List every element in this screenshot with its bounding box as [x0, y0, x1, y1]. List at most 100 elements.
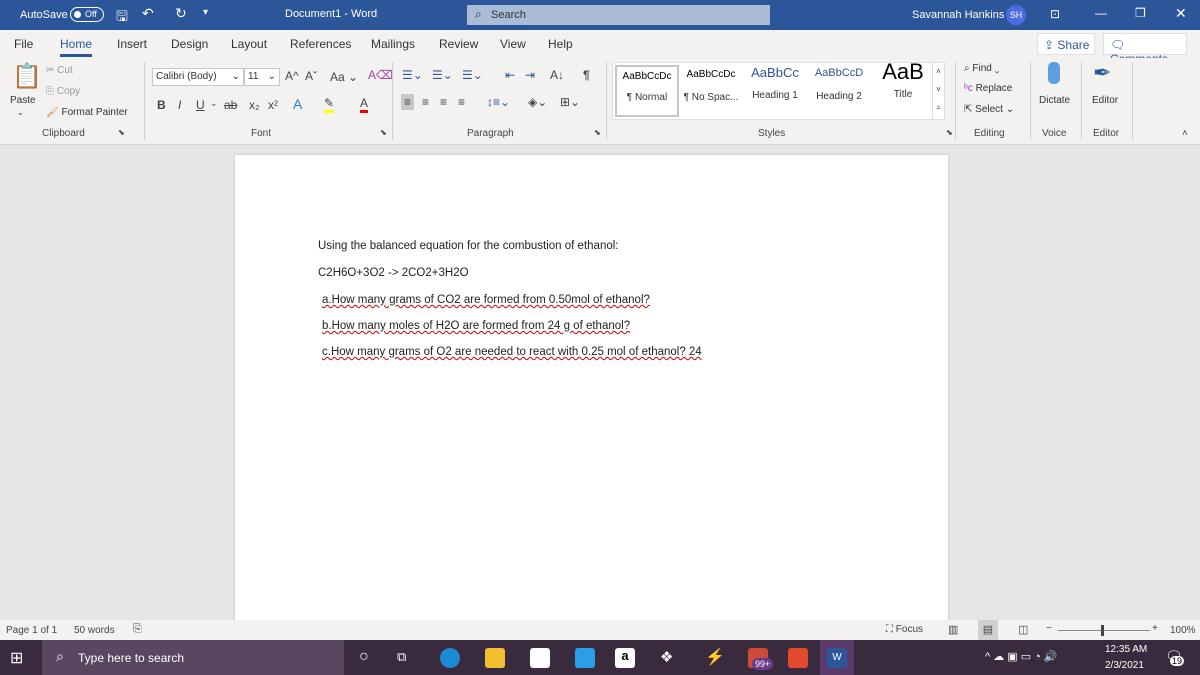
tab-insert[interactable]: Insert: [117, 37, 147, 51]
chevron-down-icon[interactable]: ⌄: [210, 98, 218, 109]
borders-icon[interactable]: ⊞⌄: [560, 95, 580, 109]
zoom-level[interactable]: 100%: [1170, 625, 1196, 636]
app-icon[interactable]: ⚡: [705, 647, 725, 667]
tab-mailings[interactable]: Mailings: [371, 37, 415, 51]
multilevel-list-icon[interactable]: ☰⌄: [462, 68, 483, 82]
tab-layout[interactable]: Layout: [231, 37, 267, 51]
underline-icon[interactable]: U: [196, 98, 205, 112]
text-effects-icon[interactable]: A: [293, 96, 302, 112]
font-size-select[interactable]: 11 ⌄: [244, 68, 280, 86]
comments-button[interactable]: 🗨 Comments: [1103, 33, 1187, 66]
clear-formatting-icon[interactable]: A⌫: [368, 68, 393, 82]
superscript-icon[interactable]: x²: [268, 98, 278, 112]
editor-pen-icon[interactable]: ✒: [1093, 60, 1111, 86]
microphone-icon[interactable]: [1048, 62, 1060, 84]
change-case-button[interactable]: Aa ⌄: [330, 70, 358, 84]
decrease-indent-icon[interactable]: ⇤: [505, 68, 515, 82]
taskbar-search[interactable]: ⌕ Type here to search: [42, 640, 344, 675]
tab-help[interactable]: Help: [548, 37, 573, 51]
justify-icon[interactable]: ≡: [458, 95, 465, 109]
shrink-font-icon[interactable]: Aˇ: [305, 69, 317, 83]
dictate-button[interactable]: Dictate: [1039, 95, 1070, 106]
find-button[interactable]: ⌕ Find ⌄: [964, 63, 999, 74]
web-layout-icon[interactable]: ◫: [1018, 623, 1028, 636]
app-notification-icon[interactable]: 99+: [748, 648, 774, 670]
read-mode-icon[interactable]: ▥: [948, 623, 958, 636]
tab-design[interactable]: Design: [171, 37, 208, 51]
font-name-select[interactable]: Calibri (Body) ⌄: [152, 68, 244, 86]
style-heading-1[interactable]: AaBbCc Heading 1: [743, 65, 807, 101]
strikethrough-icon[interactable]: ab: [224, 98, 237, 112]
show-hidden-icons[interactable]: ^ ☁ ▣ ▭ ◔ 🔊: [985, 650, 1058, 663]
style-heading-2[interactable]: AaBbCcD Heading 2: [807, 67, 871, 102]
copy-button[interactable]: ⎘ Copy: [46, 86, 80, 97]
align-right-icon[interactable]: ≡: [440, 95, 447, 109]
store-icon[interactable]: [530, 648, 550, 668]
proofing-icon[interactable]: ⎘: [133, 623, 142, 636]
style-title[interactable]: AaB Title: [871, 59, 935, 100]
task-view-icon[interactable]: ⧉: [397, 649, 406, 665]
undo-icon[interactable]: ↶: [142, 5, 154, 22]
app-icon[interactable]: [788, 648, 808, 668]
replace-button[interactable]: ᵇc Replace: [964, 83, 1012, 94]
ribbon-display-icon[interactable]: ⊡: [1050, 7, 1060, 21]
paste-button[interactable]: Paste: [10, 95, 36, 106]
sort-icon[interactable]: A↓: [550, 68, 564, 82]
word-taskbar-button[interactable]: W: [820, 640, 854, 675]
dialog-launcher-icon[interactable]: ⬊: [946, 128, 953, 137]
tab-home[interactable]: Home: [60, 37, 93, 57]
highlight-icon[interactable]: ✎: [324, 96, 335, 113]
style-normal[interactable]: AaBbCcDc ¶ Normal: [615, 65, 679, 117]
format-painter-button[interactable]: 🖌 Format Painter: [46, 107, 128, 118]
zoom-in-button[interactable]: +: [1152, 623, 1158, 634]
search-box[interactable]: ⌕ Search: [467, 5, 770, 25]
increase-indent-icon[interactable]: ⇥: [525, 68, 535, 82]
windows-start-icon[interactable]: ⊞: [10, 648, 23, 668]
dialog-launcher-icon[interactable]: ⬊: [118, 128, 125, 137]
word-count[interactable]: 50 words: [74, 625, 115, 636]
redo-icon[interactable]: ↻: [175, 5, 187, 22]
tab-view[interactable]: View: [500, 37, 526, 51]
paste-dropdown-icon[interactable]: ⌄: [17, 108, 24, 117]
restore-icon[interactable]: ❐: [1135, 6, 1146, 20]
dialog-launcher-icon[interactable]: ⬊: [594, 128, 601, 137]
customize-toolbar-icon[interactable]: ▾: [203, 7, 208, 18]
align-left-icon[interactable]: ≡: [401, 94, 415, 110]
cortana-icon[interactable]: ○: [359, 648, 369, 666]
page-count[interactable]: Page 1 of 1: [6, 625, 57, 636]
tab-file[interactable]: File: [14, 37, 33, 51]
numbering-icon[interactable]: ☰⌄: [432, 68, 453, 82]
file-explorer-icon[interactable]: [485, 648, 505, 668]
share-button[interactable]: ⇪ Share: [1037, 33, 1095, 55]
editor-button[interactable]: Editor: [1092, 95, 1118, 106]
tab-references[interactable]: References: [290, 37, 351, 51]
dialog-launcher-icon[interactable]: ⬊: [380, 128, 387, 137]
styles-scroll[interactable]: ˄ ˅ ⩡: [932, 63, 944, 119]
line-spacing-icon[interactable]: ↕≡⌄: [487, 95, 510, 109]
align-center-icon[interactable]: ≡: [422, 95, 429, 109]
paste-icon[interactable]: 📋: [12, 62, 42, 91]
collapse-ribbon-icon[interactable]: ˄: [1182, 128, 1188, 139]
italic-icon[interactable]: I: [178, 98, 181, 112]
autosave-toggle[interactable]: Off: [70, 7, 104, 22]
shading-icon[interactable]: ◈⌄: [528, 95, 547, 109]
clock-time[interactable]: 12:35 AM: [1105, 644, 1147, 655]
pilcrow-icon[interactable]: ¶: [583, 68, 590, 82]
subscript-icon[interactable]: x₂: [249, 98, 260, 112]
edge-icon[interactable]: [440, 648, 460, 668]
font-color-icon[interactable]: A: [360, 96, 369, 113]
grow-font-icon[interactable]: A^: [285, 69, 299, 83]
close-icon[interactable]: ✕: [1175, 5, 1187, 22]
style-no-spacing[interactable]: AaBbCcDc ¶ No Spac...: [679, 69, 743, 103]
clock-date[interactable]: 2/3/2021: [1105, 660, 1144, 671]
document-page[interactable]: Using the balanced equation for the comb…: [235, 155, 948, 620]
avatar[interactable]: SH: [1006, 5, 1026, 25]
print-layout-icon[interactable]: ▤: [978, 620, 998, 640]
mail-icon[interactable]: [575, 648, 595, 668]
zoom-slider[interactable]: [1058, 625, 1150, 636]
select-button[interactable]: ⇱ Select ⌄: [964, 104, 1014, 115]
tab-review[interactable]: Review: [439, 37, 478, 51]
zoom-out-button[interactable]: −: [1046, 623, 1052, 634]
cut-button[interactable]: ✂ Cut: [46, 65, 73, 76]
focus-button[interactable]: ⛶ Focus: [886, 624, 923, 635]
